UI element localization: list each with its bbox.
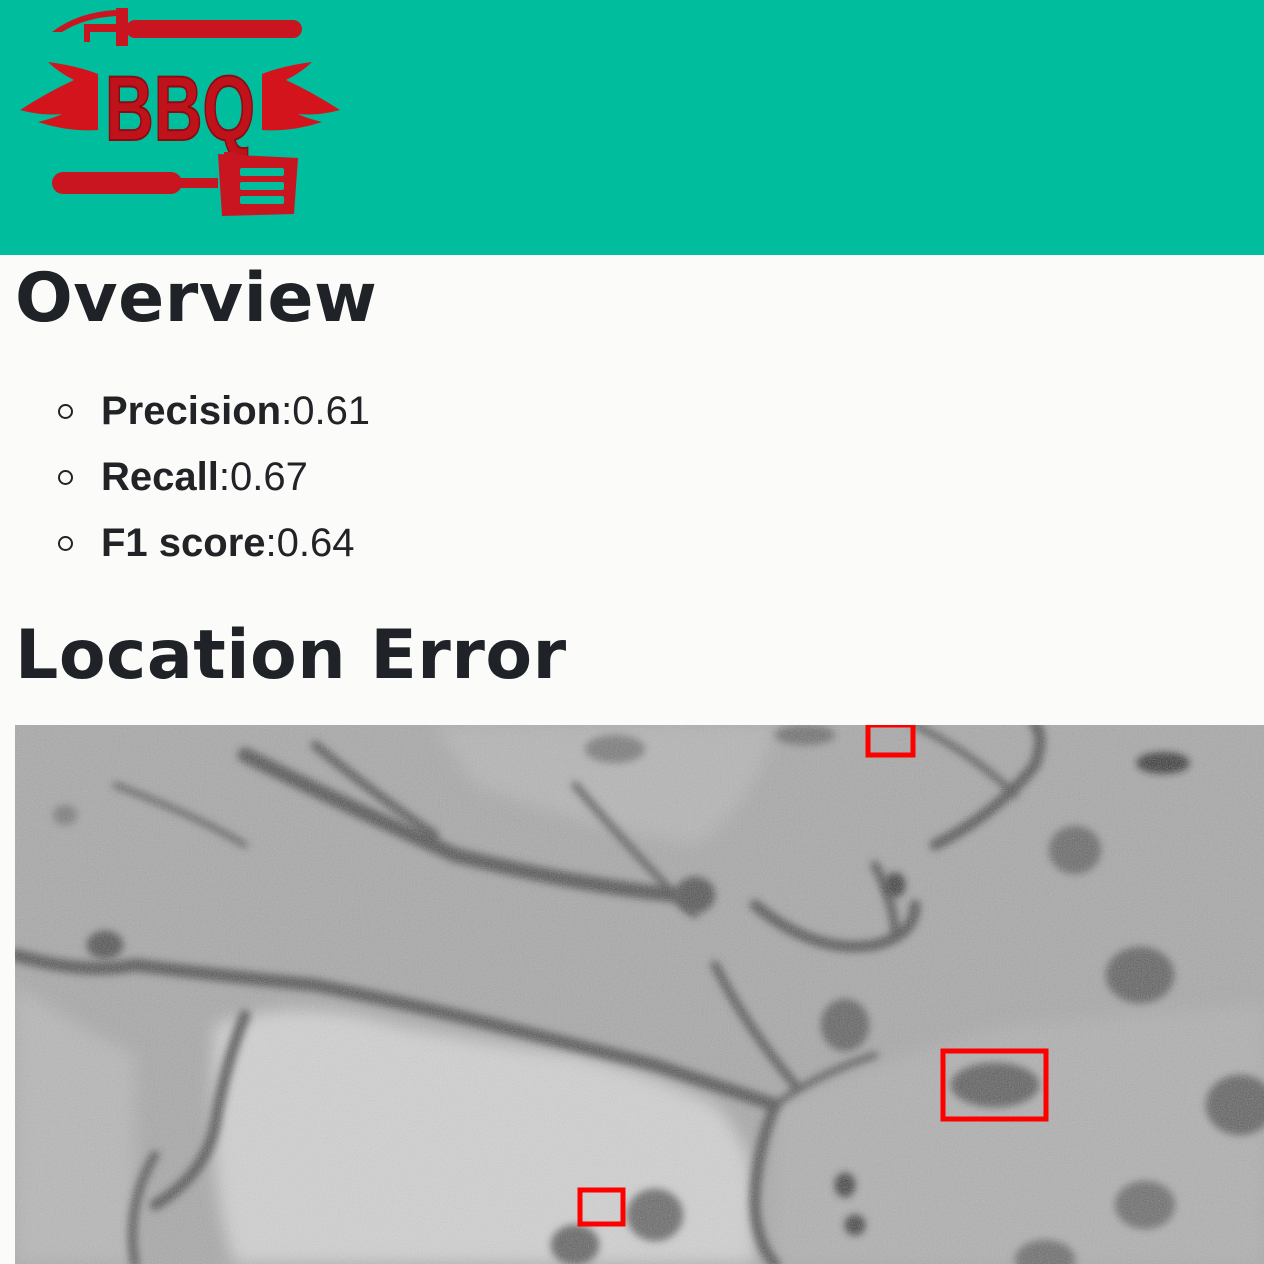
f1-score-value: 0.64 (276, 520, 355, 565)
bullet-circle-icon (58, 403, 73, 419)
logo-text: BBQ (105, 58, 255, 160)
list-item: F1 score: 0.64 (58, 510, 370, 576)
precision-value: 0.61 (292, 388, 371, 433)
f1-score-label: F1 score (101, 520, 266, 565)
micrograph-image (15, 725, 1264, 1264)
list-item: Precision: 0.61 (58, 378, 370, 444)
separator: : (218, 454, 230, 499)
metrics-list: Precision: 0.61 Recall: 0.67 F1 score: 0… (58, 378, 370, 576)
recall-label: Recall (101, 454, 219, 499)
bullet-circle-icon (58, 469, 73, 485)
location-error-heading: Location Error (15, 616, 567, 695)
micrograph-svg (15, 725, 1264, 1264)
separator: : (265, 520, 277, 565)
list-item: Recall: 0.67 (58, 444, 370, 510)
precision-label: Precision (101, 388, 282, 433)
bullet-circle-icon (58, 535, 73, 551)
header-bar: BBQ (0, 0, 1264, 255)
recall-value: 0.67 (229, 454, 308, 499)
separator: : (281, 388, 293, 433)
overview-heading: Overview (15, 259, 378, 338)
bbq-logo[interactable]: BBQ (18, 2, 342, 220)
